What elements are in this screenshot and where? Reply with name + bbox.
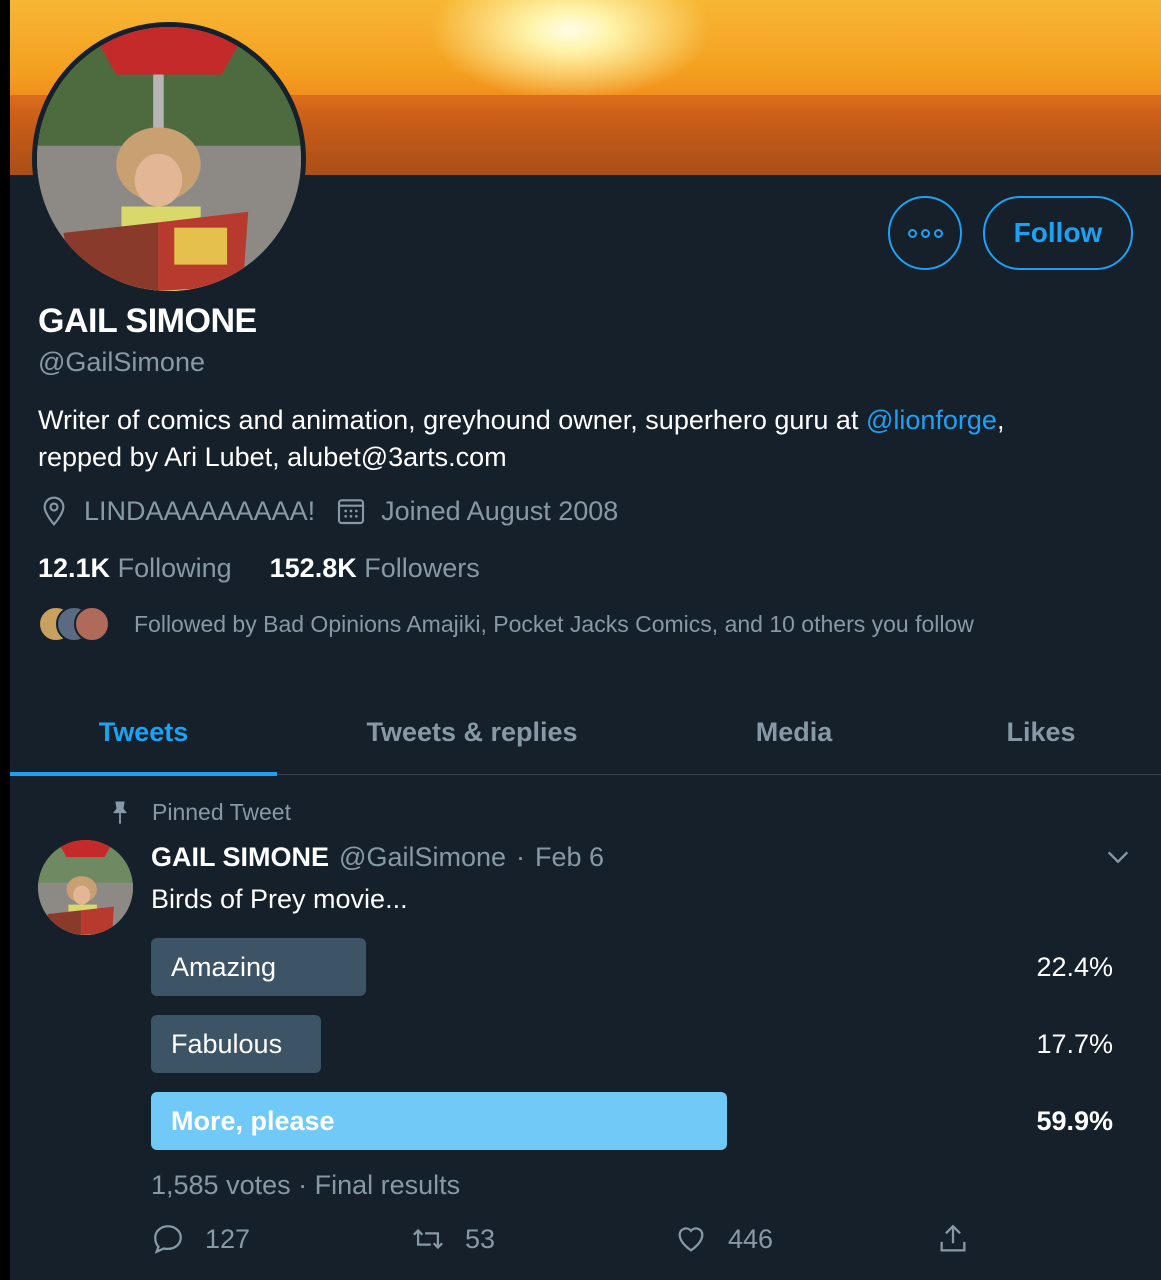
follow-button[interactable]: Follow <box>983 196 1133 270</box>
followers-number: 152.8K <box>269 553 357 583</box>
retweet-count: 53 <box>465 1223 496 1254</box>
profile-tabs: Tweets Tweets & replies Media Likes <box>10 690 1161 776</box>
more-icon <box>907 228 943 238</box>
mini-avatar <box>74 606 110 642</box>
profile-bio: Writer of comics and animation, greyhoun… <box>38 402 1138 476</box>
poll-option-percent: 17.7% <box>1036 1029 1113 1059</box>
tweet-text: Birds of Prey movie... <box>151 884 408 914</box>
follow-counts: 12.1K Following 152.8K Followers <box>38 553 480 584</box>
retweet-icon <box>413 1228 443 1250</box>
poll-option: Amazing 22.4% <box>151 938 1113 996</box>
bio-text: Writer of comics and animation, greyhoun… <box>38 405 866 435</box>
poll-option-label: Fabulous <box>171 1029 283 1059</box>
poll-votes: 1,585 votes · Final results <box>151 1170 461 1200</box>
following-number: 12.1K <box>38 553 111 583</box>
share-icon <box>940 1224 966 1252</box>
tab-media[interactable]: Media <box>667 690 921 774</box>
tweet-separator: · <box>516 842 526 872</box>
avatar-image <box>38 840 133 935</box>
followers-label: Followers <box>364 553 480 583</box>
following-count[interactable]: 12.1K Following <box>38 553 232 584</box>
followed-by-avatars <box>38 606 118 642</box>
followed-by-text: Followed by Bad Opinions Amajiki, Pocket… <box>134 610 974 637</box>
poll-option-percent: 22.4% <box>1036 952 1113 982</box>
location-pin-icon <box>43 496 65 526</box>
poll-option-label: More, please <box>171 1106 335 1136</box>
tweet-actions: 127 53 446 <box>151 1222 1091 1266</box>
retweet-button[interactable]: 53 <box>411 1222 495 1256</box>
profile-page: Follow GAIL SIMONE @GailSimone Writer of… <box>10 0 1161 1280</box>
share-button[interactable] <box>936 1222 990 1256</box>
location-item: LINDAAAAAAAAA! <box>38 495 315 527</box>
bio-mention-link[interactable]: @lionforge <box>866 405 997 435</box>
chevron-down-icon[interactable] <box>1104 843 1132 871</box>
tab-likes[interactable]: Likes <box>921 690 1161 774</box>
poll-option: More, please 59.9% <box>151 1092 1113 1150</box>
reply-icon <box>154 1225 182 1254</box>
poll-option-percent: 59.9% <box>1036 1106 1113 1136</box>
tweet-author-avatar[interactable] <box>38 840 133 935</box>
joined-item: Joined August 2008 <box>335 495 618 527</box>
followers-count[interactable]: 152.8K Followers <box>270 553 480 584</box>
poll-option: Fabulous 17.7% <box>151 1015 1113 1073</box>
bio-line2: repped by Ari Lubet, alubet@3arts.com <box>38 442 507 472</box>
bio-punct: , <box>996 405 1005 435</box>
like-button[interactable]: 446 <box>674 1222 773 1256</box>
tweet-author-handle: @GailSimone <box>339 842 507 872</box>
tweet-header: GAIL SIMONE @GailSimone · Feb 6 <box>151 842 604 873</box>
reply-button[interactable]: 127 <box>151 1222 250 1256</box>
pinned-indicator: Pinned Tweet <box>106 798 291 826</box>
profile-name: GAIL SIMONE <box>38 302 257 340</box>
calendar-icon <box>338 499 365 525</box>
like-count: 446 <box>728 1223 774 1254</box>
followed-by[interactable]: Followed by Bad Opinions Amajiki, Pocket… <box>38 606 974 642</box>
reply-count: 127 <box>205 1223 251 1254</box>
tab-tweets-replies[interactable]: Tweets & replies <box>277 690 667 774</box>
poll-option-label: Amazing <box>171 952 277 982</box>
pin-icon <box>113 801 127 824</box>
profile-meta: LINDAAAAAAAAA! Joined August 2008 <box>38 495 638 527</box>
tweet-date[interactable]: Feb 6 <box>535 842 604 873</box>
tweet-author-name[interactable]: GAIL SIMONE <box>151 842 329 873</box>
profile-handle: @GailSimone <box>38 347 205 377</box>
tab-tweets[interactable]: Tweets <box>10 690 277 776</box>
heart-icon <box>678 1227 704 1252</box>
location-text: LINDAAAAAAAAA! <box>84 495 316 526</box>
avatar-image <box>37 27 301 291</box>
joined-text: Joined August 2008 <box>381 495 619 526</box>
profile-avatar[interactable] <box>32 22 306 296</box>
pinned-label: Pinned Tweet <box>152 798 291 825</box>
more-options-button[interactable] <box>888 196 962 270</box>
following-label: Following <box>117 553 232 583</box>
